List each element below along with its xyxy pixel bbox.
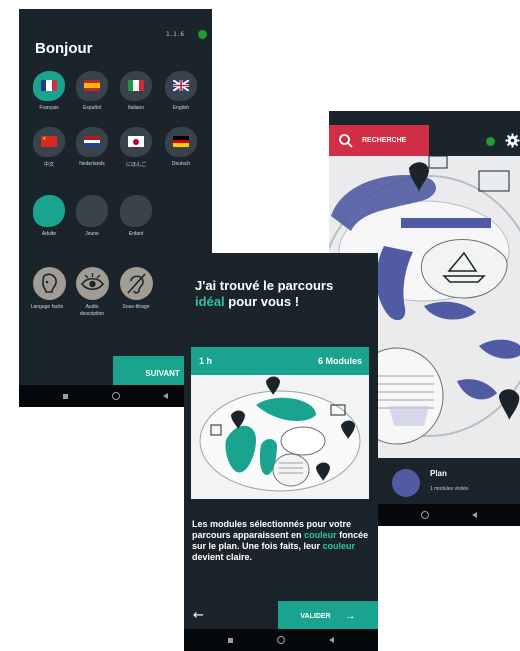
language-option-spanish[interactable]: Español [74, 71, 110, 111]
arrow-right-icon: → [344, 610, 356, 622]
home-icon[interactable] [111, 392, 120, 400]
result-headline: J'ai trouvé le parcours idéal pour vous … [195, 278, 373, 310]
audience-label: Adulte [41, 231, 57, 237]
language-label: にほんご [125, 162, 146, 168]
german-flag-icon [165, 127, 197, 157]
text-highlight2: couleur [322, 541, 356, 551]
system-nav-bar [184, 629, 378, 651]
access-label: Sous-titrage [122, 304, 150, 310]
language-label: Deutsch [171, 161, 191, 167]
status-dot [486, 137, 495, 146]
china-flag-icon: ★ [33, 127, 65, 157]
french-flag-icon [33, 71, 65, 101]
status-dot [198, 30, 207, 39]
recents-icon[interactable] [62, 393, 68, 399]
access-option-subtitles[interactable]: Sous-titrage [118, 267, 154, 310]
search-label: RECHERCHE [362, 137, 407, 144]
language-option-chinese[interactable]: ★ 中文 [31, 127, 67, 168]
language-option-italian[interactable]: Italiano [118, 71, 154, 111]
arrow-left-icon[interactable]: ← [193, 608, 204, 623]
language-label: Nederlands [79, 161, 105, 167]
subtitles-ear-icon [119, 267, 153, 300]
plan-title: Plan [430, 469, 447, 478]
dutch-flag-icon [76, 127, 108, 157]
audience-option-child[interactable]: Enfant [118, 195, 154, 237]
back-icon[interactable] [329, 637, 334, 643]
language-option-german[interactable]: Deutsch [163, 127, 199, 167]
headline-part2: pour vous ! [228, 294, 300, 309]
headline-part1: J'ai trouvé le parcours [195, 278, 334, 293]
audience-label: Jeune [85, 231, 99, 237]
text-part3: devient claire. [192, 552, 253, 562]
access-option-easy-language[interactable]: Langage facile [31, 267, 67, 310]
spanish-flag-icon [76, 71, 108, 101]
route-card-header: 1 h 6 Modules [191, 347, 369, 375]
access-option-audio-description[interactable]: Audio description [74, 267, 110, 318]
search-icon [339, 133, 353, 148]
language-option-japanese[interactable]: にほんご [118, 127, 154, 168]
japan-flag-icon [120, 127, 152, 157]
route-map [199, 376, 361, 492]
recents-icon[interactable] [228, 637, 233, 643]
audio-description-icon [75, 267, 109, 300]
gear-icon[interactable] [505, 133, 520, 148]
app-version: 1.1.6 [165, 31, 184, 38]
language-label: Español [82, 105, 102, 111]
validate-label: VALIDER [300, 612, 331, 620]
route-duration: 1 h [199, 356, 213, 366]
language-label: English [172, 105, 190, 111]
italian-flag-icon [120, 71, 152, 101]
route-result-screen: J'ai trouvé le parcours idéal pour vous … [184, 253, 378, 651]
text-highlight1: couleur [304, 530, 337, 540]
greeting-title: Bonjour [35, 40, 93, 57]
access-label: Langage facile [30, 304, 64, 310]
home-icon[interactable] [420, 511, 429, 519]
route-explanation: Les modules sélectionnés pour votre parc… [192, 519, 372, 563]
language-label: Français [39, 105, 59, 111]
language-option-french[interactable]: Français [31, 71, 67, 111]
language-label: Italiano [127, 105, 145, 111]
easy-language-icon [32, 267, 66, 300]
route-card[interactable]: 1 h 6 Modules [191, 347, 369, 499]
search-button[interactable]: RECHERCHE [329, 125, 429, 156]
back-icon[interactable] [163, 393, 169, 399]
back-icon[interactable] [471, 512, 477, 518]
adult-blob-icon [33, 195, 65, 227]
home-icon[interactable] [277, 636, 285, 644]
language-option-dutch[interactable]: Nederlands [74, 127, 110, 167]
route-modules-count: 6 Modules [317, 356, 362, 366]
young-blob-icon [76, 195, 108, 227]
plan-subtitle: 1 modules visités [430, 486, 469, 492]
child-blob-icon [120, 195, 152, 227]
headline-highlight: idéal [195, 294, 225, 309]
audience-option-young[interactable]: Jeune [74, 195, 110, 237]
access-label: Audio description [79, 304, 105, 317]
audience-option-adult[interactable]: Adulte [31, 195, 67, 237]
language-option-english[interactable]: English [163, 71, 199, 111]
uk-flag-icon [165, 71, 197, 101]
validate-button[interactable]: VALIDER → [278, 601, 378, 631]
audience-label: Enfant [128, 231, 144, 237]
language-label: 中文 [43, 162, 54, 168]
plan-blob-icon [392, 469, 420, 497]
